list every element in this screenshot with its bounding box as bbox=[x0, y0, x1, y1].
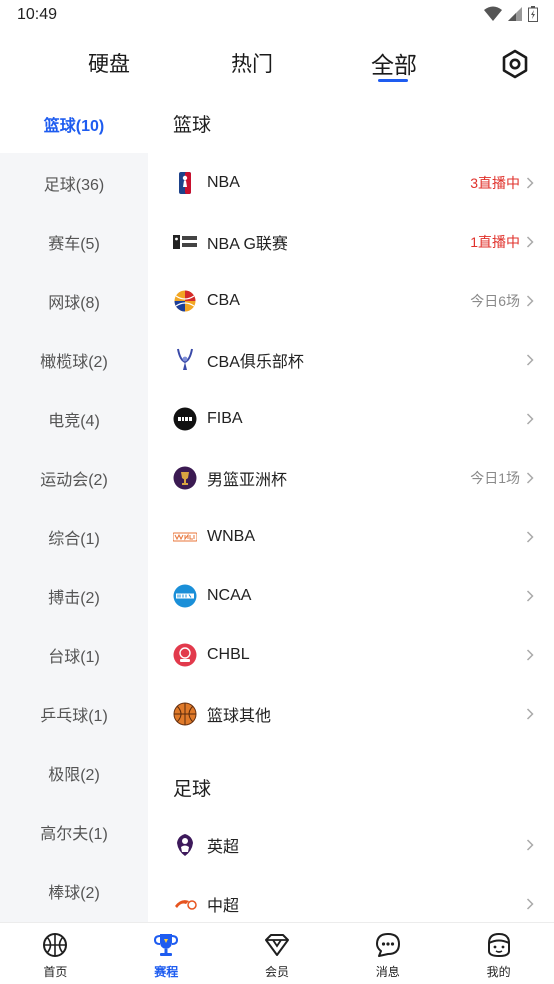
chbl-logo-icon bbox=[173, 643, 197, 667]
league-name: CHBL bbox=[207, 645, 250, 663]
chevron-right-icon bbox=[526, 353, 534, 366]
category-sidebar: 篮球(10) 足球(36) 赛车(5) 网球(8) 橄榄球(2) 电竞(4) 运… bbox=[0, 94, 148, 922]
cba-logo-icon bbox=[173, 289, 197, 313]
wifi-icon bbox=[484, 6, 502, 21]
sidebar-item-tennis[interactable]: 网球(8) bbox=[0, 271, 148, 330]
today-status: 今日1场 bbox=[470, 469, 520, 486]
status-bar: 10:49 bbox=[0, 0, 554, 30]
wnba-logo-icon bbox=[173, 525, 197, 549]
sidebar-item-table-tennis[interactable]: 乒乓球(1) bbox=[0, 684, 148, 743]
sidebar-item-baseball[interactable]: 棒球(2) bbox=[0, 861, 148, 920]
sidebar-item-racing[interactable]: 赛车(5) bbox=[0, 212, 148, 271]
league-row-cba-club-cup[interactable]: CBA俱乐部杯 bbox=[148, 330, 554, 389]
section-title-basketball: 篮球 bbox=[173, 115, 212, 136]
league-row-nba-g-league[interactable]: NBA G联赛 1直播中 bbox=[148, 212, 554, 271]
league-name: 中超 bbox=[207, 897, 240, 915]
chevron-right-icon bbox=[526, 648, 534, 661]
signal-icon bbox=[508, 7, 522, 21]
diamond-icon bbox=[264, 934, 289, 956]
sidebar-item-esports[interactable]: 电竞(4) bbox=[0, 389, 148, 448]
chevron-right-icon bbox=[526, 471, 534, 484]
league-row-ncaa[interactable]: NCAA bbox=[148, 566, 554, 625]
sidebar-item-football[interactable]: 足球(36) bbox=[0, 153, 148, 212]
sidebar-item-general[interactable]: 综合(1) bbox=[0, 507, 148, 566]
league-name: CBA俱乐部杯 bbox=[207, 353, 304, 371]
league-name: NCAA bbox=[207, 586, 252, 604]
nav-profile-label: 我的 bbox=[486, 965, 511, 979]
status-time: 10:49 bbox=[17, 6, 58, 23]
trophy-icon bbox=[154, 934, 179, 956]
sidebar-item-combat[interactable]: 搏击(2) bbox=[0, 566, 148, 625]
section-title-football: 足球 bbox=[173, 778, 212, 800]
chevron-right-icon bbox=[526, 412, 534, 425]
sidebar-item-golf[interactable]: 高尔夫(1) bbox=[0, 802, 148, 861]
fiba-logo-icon bbox=[173, 407, 197, 431]
basketball-icon bbox=[173, 702, 197, 726]
battery-icon bbox=[528, 6, 538, 22]
league-name: 篮球其他 bbox=[207, 707, 272, 725]
csl-logo-icon bbox=[173, 892, 197, 916]
chevron-right-icon bbox=[526, 897, 534, 910]
nav-messages[interactable]: 消息 bbox=[332, 923, 443, 984]
tab-all[interactable]: 全部 bbox=[371, 46, 417, 80]
sidebar-item-extreme[interactable]: 极限(2) bbox=[0, 743, 148, 802]
league-row-basketball-other[interactable]: 篮球其他 bbox=[148, 684, 554, 743]
nav-schedule-label: 赛程 bbox=[154, 965, 179, 979]
chevron-right-icon bbox=[526, 235, 534, 248]
chevron-right-icon bbox=[526, 176, 534, 189]
chevron-right-icon bbox=[526, 589, 534, 602]
active-tab-indicator bbox=[378, 79, 408, 82]
settings-icon[interactable] bbox=[499, 48, 531, 80]
nav-profile[interactable]: 我的 bbox=[443, 923, 554, 984]
chat-bubble-icon bbox=[375, 933, 400, 957]
league-name: 英超 bbox=[207, 838, 240, 856]
basketball-icon bbox=[43, 933, 68, 957]
nav-membership-label: 会员 bbox=[264, 965, 289, 979]
nav-home[interactable]: 首页 bbox=[0, 923, 111, 984]
league-row-chbl[interactable]: CHBL bbox=[148, 625, 554, 684]
cba-club-cup-logo-icon bbox=[173, 348, 197, 372]
chevron-right-icon bbox=[526, 530, 534, 543]
league-list: 篮球 NBA 3直播中 NBA G联赛 1直播中 CBA 今日6场 CBA俱乐部… bbox=[148, 94, 554, 922]
chevron-right-icon bbox=[526, 707, 534, 720]
premier-league-logo-icon bbox=[173, 833, 197, 857]
league-name: NBA bbox=[207, 173, 240, 191]
league-name: WNBA bbox=[207, 527, 255, 545]
top-tab-bar: 硬盘 热门 全部 bbox=[0, 36, 554, 90]
league-name: NBA G联赛 bbox=[207, 235, 288, 253]
ncaa-logo-icon bbox=[173, 584, 197, 608]
league-row-wnba[interactable]: WNBA bbox=[148, 507, 554, 566]
league-row-premier-league[interactable]: 英超 bbox=[148, 815, 554, 874]
tab-popular[interactable]: 热门 bbox=[231, 48, 273, 78]
live-status: 3直播中 bbox=[470, 174, 520, 191]
today-status: 今日6场 bbox=[470, 292, 520, 309]
league-row-asia-cup[interactable]: 男篮亚洲杯 今日1场 bbox=[148, 448, 554, 507]
status-icons bbox=[484, 6, 538, 22]
sidebar-item-billiards[interactable]: 台球(1) bbox=[0, 625, 148, 684]
nba-logo-icon bbox=[173, 171, 197, 195]
sidebar-item-games[interactable]: 运动会(2) bbox=[0, 448, 148, 507]
league-row-csl[interactable]: 中超 bbox=[148, 874, 554, 922]
nav-home-label: 首页 bbox=[43, 965, 68, 979]
nav-membership[interactable]: 会员 bbox=[222, 923, 333, 984]
profile-face-icon bbox=[487, 932, 510, 958]
league-row-cba[interactable]: CBA 今日6场 bbox=[148, 271, 554, 330]
bottom-nav: 首页 赛程 会员 消息 我的 bbox=[0, 922, 554, 984]
chevron-right-icon bbox=[526, 294, 534, 307]
league-row-fiba[interactable]: FIBA bbox=[148, 389, 554, 448]
tab-hard-disk[interactable]: 硬盘 bbox=[88, 48, 130, 78]
league-name: FIBA bbox=[207, 409, 243, 427]
sidebar-item-basketball[interactable]: 篮球(10) bbox=[0, 94, 148, 153]
sidebar-item-rugby[interactable]: 橄榄球(2) bbox=[0, 330, 148, 389]
asia-cup-logo-icon bbox=[173, 466, 197, 490]
league-name: 男篮亚洲杯 bbox=[207, 471, 288, 489]
league-row-nba[interactable]: NBA 3直播中 bbox=[148, 153, 554, 212]
nav-schedule[interactable]: 赛程 bbox=[111, 923, 222, 984]
chevron-right-icon bbox=[526, 838, 534, 851]
league-name: CBA bbox=[207, 291, 240, 309]
live-status: 1直播中 bbox=[470, 233, 520, 250]
nav-messages-label: 消息 bbox=[375, 965, 400, 979]
nba-g-league-logo-icon bbox=[173, 230, 197, 254]
